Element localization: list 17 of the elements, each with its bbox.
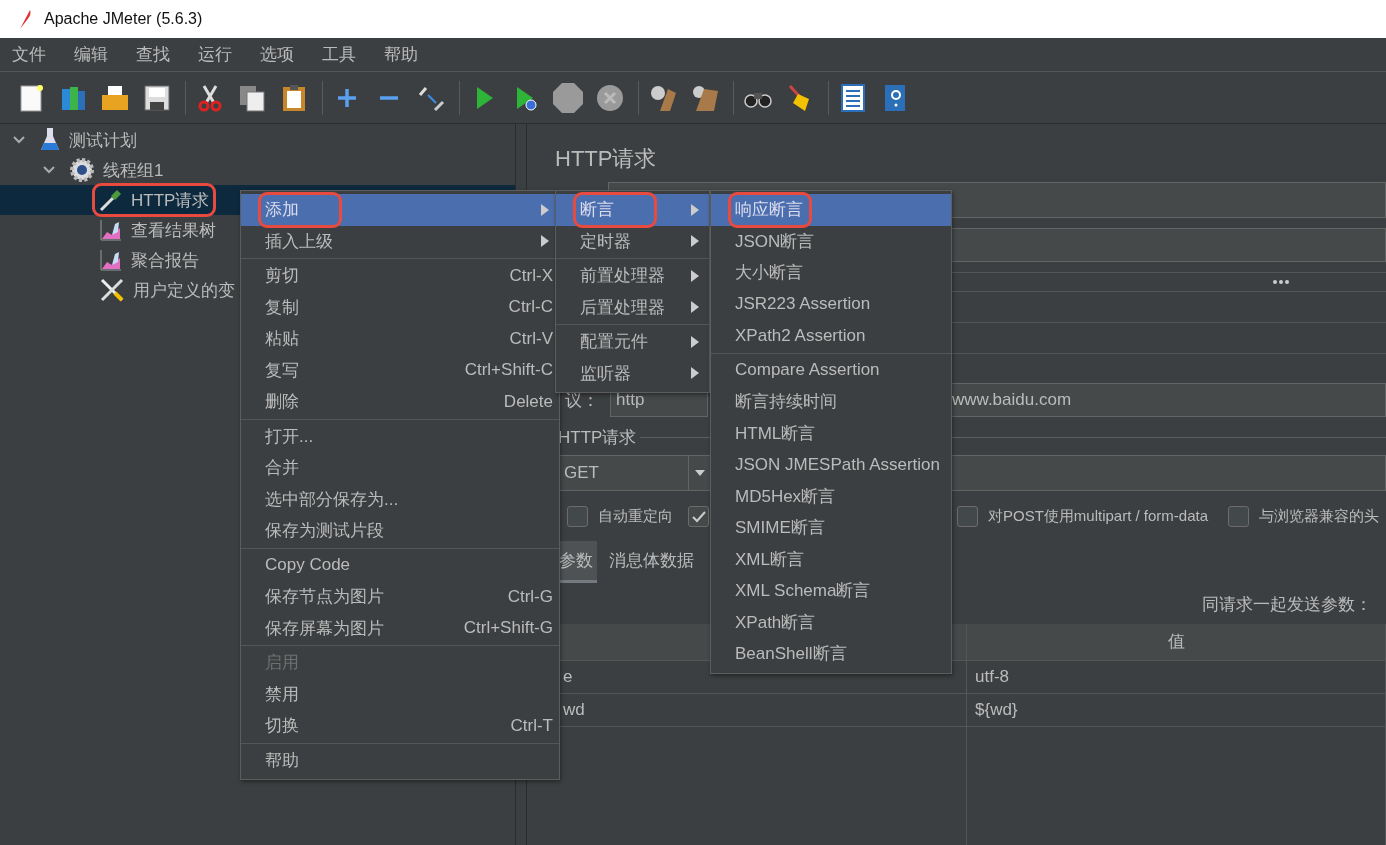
checkbox-label: 对POST使用multipart / form-data — [988, 507, 1209, 526]
protocol-label: 议： — [564, 389, 600, 412]
table-cell: utf-8 — [967, 661, 1386, 693]
shortcut-label: Delete — [503, 391, 553, 412]
shortcut-label: Ctrl-X — [509, 265, 553, 286]
shortcut-label: Ctrl+Shift-C — [464, 360, 553, 381]
shortcut-label: Ctrl-V — [509, 328, 553, 349]
shortcut-label: Ctrl+Shift-G — [463, 618, 553, 639]
checkbox-label: 自动重定向 — [598, 507, 673, 526]
shortcut-label: Ctrl-C — [508, 297, 553, 318]
shortcut-label: Ctrl-T — [510, 715, 553, 736]
checkbox-label: 与浏览器兼容的头 — [1259, 507, 1379, 526]
table-cell: ${wd} — [967, 694, 1386, 726]
shortcut-label: Ctrl-G — [507, 586, 553, 607]
panel-title: HTTP请求 — [555, 145, 658, 173]
params-caption: 同请求一起发送参数： — [1202, 594, 1373, 616]
window-title: Apache JMeter (5.6.3) — [44, 10, 203, 28]
